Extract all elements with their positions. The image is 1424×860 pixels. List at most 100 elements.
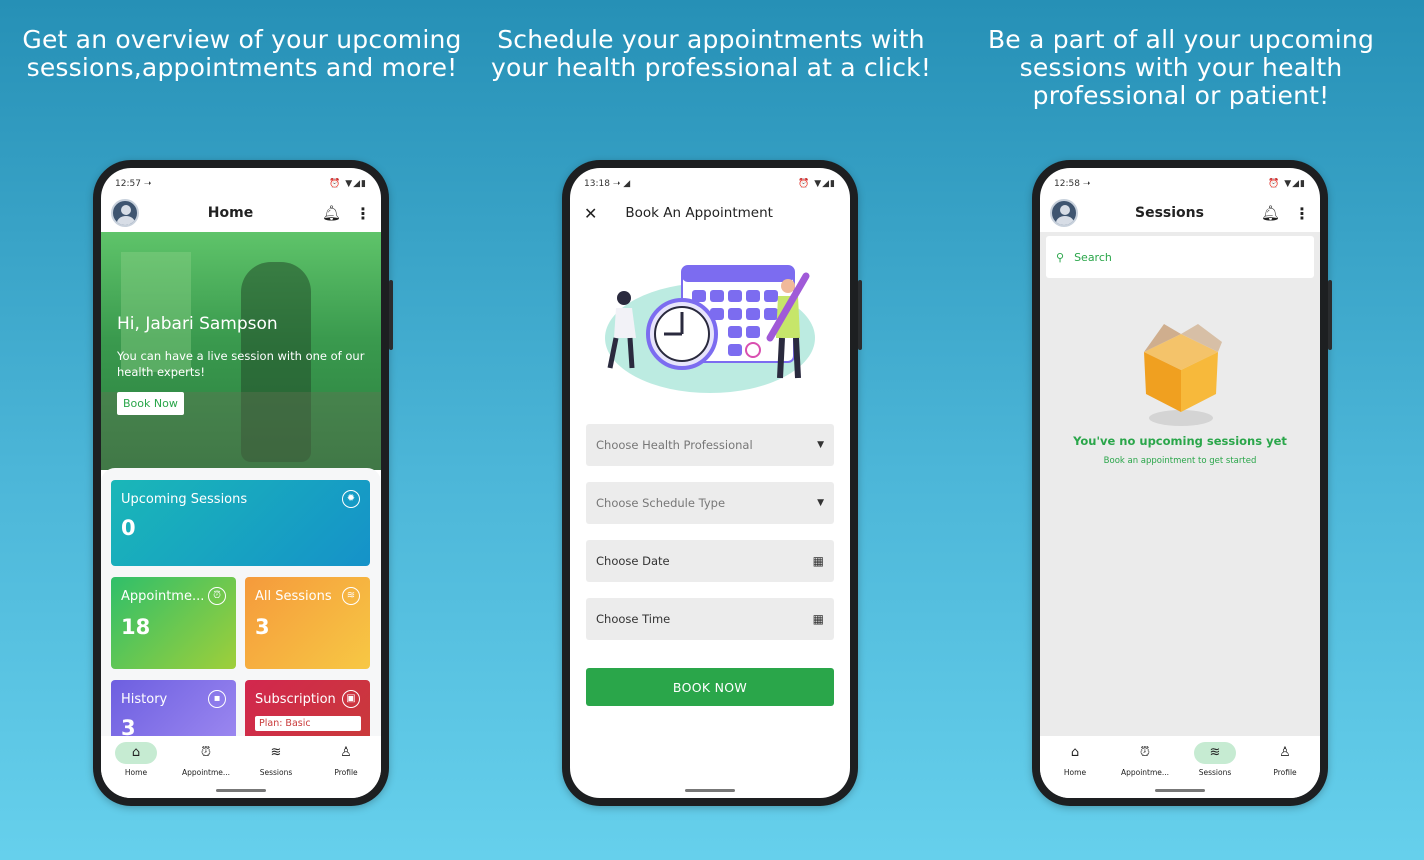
status-icons: ⏰ ▼◢▮ (329, 179, 367, 189)
person-icon: ♙ (1279, 745, 1291, 760)
layers-icon: ≋ (1194, 742, 1236, 764)
nav-home[interactable]: ⌂ Home (1042, 742, 1108, 777)
empty-state-title: You've no upcoming sessions yet (1073, 434, 1287, 448)
nav-label: Profile (1273, 768, 1297, 777)
card-title: History (121, 692, 168, 707)
app-bar: Sessions 🔔︎ ⋮ (1040, 194, 1320, 232)
arrow-drop-down-icon: ▼ (817, 440, 824, 450)
more-vert-icon[interactable]: ⋮ (355, 204, 371, 223)
status-icons: ⏰ ▼◢▮ (1268, 179, 1306, 189)
history-card[interactable]: History 3 ▪ (111, 680, 236, 740)
gesture-bar (685, 789, 735, 792)
more-vert-icon[interactable]: ⋮ (1294, 204, 1310, 223)
card-title: All Sessions (255, 589, 332, 604)
panel-sessions: Be a part of all your upcoming sessions … (944, 0, 1418, 860)
avatar[interactable] (111, 199, 139, 227)
status-bar: 13:18 ➝ ◢ ⏰ ▼◢▮ (570, 168, 850, 194)
card-value: 18 (121, 615, 151, 639)
headline: Schedule your appointments with your hea… (490, 25, 932, 82)
book-now-button[interactable]: Book Now (117, 392, 184, 415)
home-icon: ⌂ (115, 742, 157, 764)
page-title: Home (207, 205, 254, 221)
upcoming-sessions-card[interactable]: Upcoming Sessions 0 ✹ (111, 480, 370, 566)
app-bar: Home 🔔︎ ⋮ (101, 194, 381, 232)
home-icon: ⌂ (1070, 745, 1080, 760)
nav-label: Home (1063, 768, 1087, 777)
panel-book: Schedule your appointments with your hea… (474, 0, 948, 860)
card-value: 3 (255, 615, 270, 639)
dashboard-cards: Upcoming Sessions 0 ✹ Appointme... 18 ⏰︎… (101, 468, 381, 740)
hero-greeting: Hi, Jabari Sampson (117, 314, 278, 334)
alarm-badge-icon: ✹ (342, 490, 360, 508)
headline: Get an overview of your upcoming session… (22, 25, 462, 82)
nav-label: Appointme... (181, 768, 231, 777)
bell-icon[interactable]: 🔔︎ (322, 204, 341, 222)
nav-label: Home (124, 768, 148, 777)
field-label: Choose Schedule Type (596, 496, 726, 510)
status-time: 12:57 ➝ (115, 179, 152, 189)
nav-profile[interactable]: ♙ Profile (313, 742, 379, 777)
status-time: 12:58 ➝ (1054, 179, 1091, 189)
hero-banner: Hi, Jabari Sampson You can have a live s… (101, 232, 381, 470)
close-icon[interactable]: ✕ (584, 204, 597, 223)
status-time: 13:18 ➝ ◢ (584, 179, 631, 189)
all-sessions-card[interactable]: All Sessions 3 ≋ (245, 577, 370, 669)
book-screen: 13:18 ➝ ◢ ⏰ ▼◢▮ ✕ Book An Appointment Ch… (570, 168, 850, 798)
page-title: Book An Appointment (625, 205, 773, 221)
status-bar: 12:58 ➝ ⏰ ▼◢▮ (1040, 168, 1320, 194)
empty-box-illustration (1138, 322, 1224, 432)
card-title: Upcoming Sessions (121, 492, 248, 507)
alarm-icon: ⏰︎ (1139, 745, 1151, 760)
bell-icon[interactable]: 🔔︎ (1261, 204, 1280, 222)
card-value: 0 (121, 516, 136, 540)
gesture-bar (1155, 789, 1205, 792)
nav-label: Profile (334, 768, 358, 777)
calendar-icon[interactable]: ▦ (813, 612, 824, 626)
status-icons: ⏰ ▼◢▮ (798, 179, 836, 189)
search-input[interactable]: ⚲ Search (1046, 236, 1314, 278)
calendar-icon[interactable]: ▦ (813, 554, 824, 568)
arrow-drop-down-icon: ▼ (817, 498, 824, 508)
book-now-button[interactable]: BOOK NOW (586, 668, 834, 706)
appointments-card[interactable]: Appointme... 18 ⏰︎ (111, 577, 236, 669)
person-icon: ♙ (340, 745, 352, 760)
phone-frame: 13:18 ➝ ◢ ⏰ ▼◢▮ ✕ Book An Appointment Ch… (562, 160, 862, 806)
home-screen: 12:57 ➝ ⏰ ▼◢▮ Home 🔔︎ ⋮ Hi, Jabari Samps… (101, 168, 381, 798)
time-field[interactable]: Choose Time ▦ (586, 598, 834, 640)
plan-badge: Plan: Basic (255, 716, 361, 731)
health-professional-select[interactable]: Choose Health Professional ▼ (586, 424, 834, 466)
page-title: Sessions (1134, 205, 1204, 221)
nav-label: Sessions (1198, 768, 1232, 777)
schedule-type-select[interactable]: Choose Schedule Type ▼ (586, 482, 834, 524)
nav-appointments[interactable]: ⏰︎ Appointme... (173, 742, 239, 777)
nav-appointments[interactable]: ⏰︎ Appointme... (1112, 742, 1178, 777)
nav-sessions[interactable]: ≋ Sessions (1182, 742, 1248, 777)
phone-frame: 12:57 ➝ ⏰ ▼◢▮ Home 🔔︎ ⋮ Hi, Jabari Samps… (93, 160, 393, 806)
search-placeholder: Search (1074, 250, 1112, 264)
card-title: Appointme... (121, 589, 205, 604)
nav-sessions[interactable]: ≋ Sessions (243, 742, 309, 777)
layers-icon: ≋ (342, 587, 360, 605)
booking-form: Choose Health Professional ▼ Choose Sche… (570, 424, 850, 706)
wallet-icon: ▣ (342, 690, 360, 708)
nav-label: Sessions (259, 768, 293, 777)
hero-subtitle: You can have a live session with one of … (117, 349, 365, 379)
status-bar: 12:57 ➝ ⏰ ▼◢▮ (101, 168, 381, 194)
app-bar: ✕ Book An Appointment (570, 194, 850, 232)
nav-label: Appointme... (1120, 768, 1170, 777)
search-icon: ⚲ (1056, 250, 1065, 264)
nav-profile[interactable]: ♙ Profile (1252, 742, 1318, 777)
avatar[interactable] (1050, 199, 1078, 227)
field-label: Choose Time (596, 612, 671, 626)
nav-home[interactable]: ⌂ Home (103, 742, 169, 777)
folder-icon: ▪ (208, 690, 226, 708)
field-label: Choose Date (596, 554, 670, 568)
empty-state-subtitle: Book an appointment to get started (1103, 456, 1257, 466)
sessions-screen: 12:58 ➝ ⏰ ▼◢▮ Sessions 🔔︎ ⋮ ⚲ Search You… (1040, 168, 1320, 798)
date-field[interactable]: Choose Date ▦ (586, 540, 834, 582)
alarm-icon: ⏰︎ (208, 587, 226, 605)
phone-frame: 12:58 ➝ ⏰ ▼◢▮ Sessions 🔔︎ ⋮ ⚲ Search You… (1032, 160, 1332, 806)
appointment-illustration (570, 238, 850, 408)
subscription-card[interactable]: Subscription Plan: Basic ▣ (245, 680, 370, 740)
layers-icon: ≋ (270, 745, 282, 760)
